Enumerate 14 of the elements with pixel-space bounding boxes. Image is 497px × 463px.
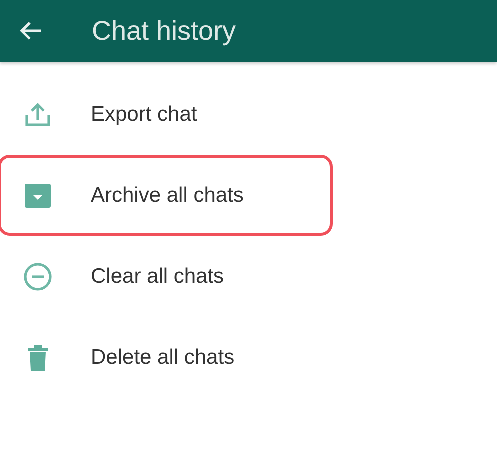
screen-title: Chat history xyxy=(92,16,236,46)
menu-label: Export chat xyxy=(91,102,198,126)
menu-label: Delete all chats xyxy=(91,346,235,370)
menu-item[interactable]: Clear all chats xyxy=(0,236,333,317)
menu-label: Archive all chats xyxy=(91,184,244,208)
minus-circle-icon xyxy=(23,262,53,292)
menu-item[interactable]: Export chat xyxy=(0,74,333,155)
archive-icon xyxy=(24,182,52,208)
menu-item[interactable]: Archive all chats xyxy=(0,155,333,236)
upload-icon xyxy=(24,102,52,128)
back-arrow-icon[interactable] xyxy=(20,21,42,41)
trash-icon xyxy=(27,344,49,372)
menu-label: Clear all chats xyxy=(91,264,224,288)
menu-item[interactable]: Delete all chats xyxy=(0,317,333,398)
